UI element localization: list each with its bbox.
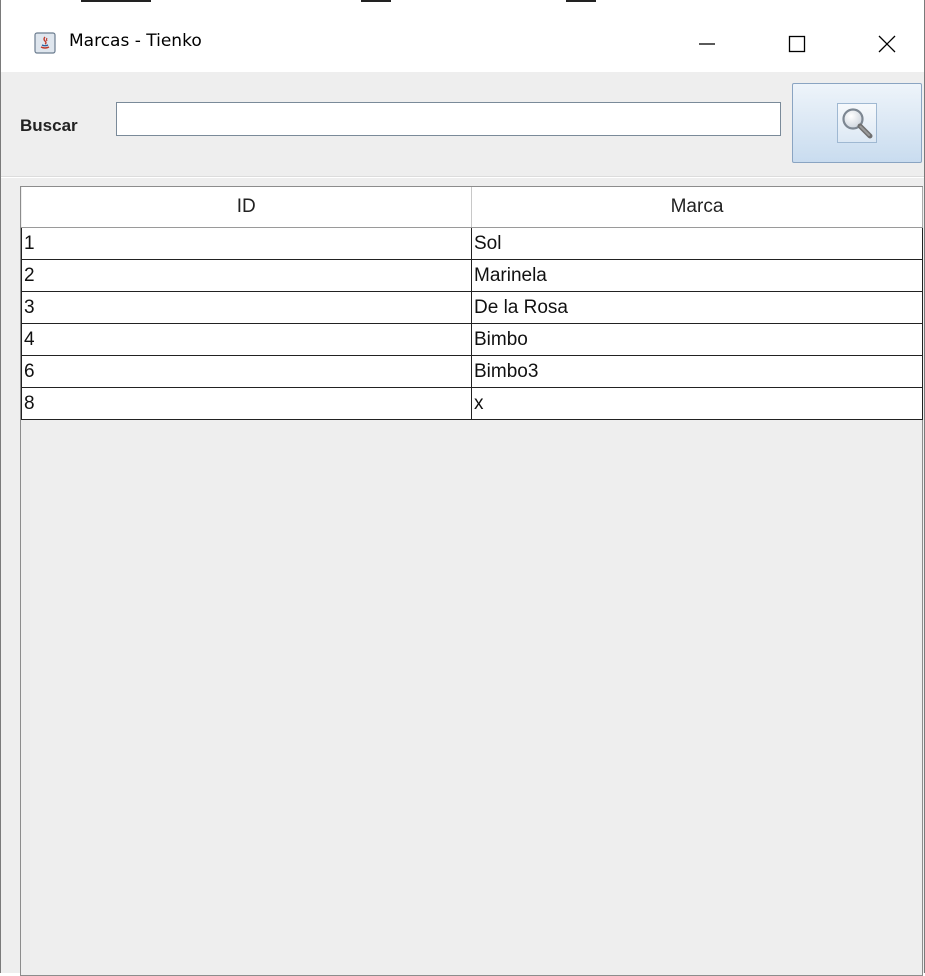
cell-marca[interactable]: De la Rosa [471, 291, 923, 324]
search-label: Buscar [20, 116, 78, 135]
maximize-icon [788, 35, 806, 53]
table-row[interactable]: 1 Sol [21, 227, 923, 260]
cell-id[interactable]: 1 [21, 227, 472, 260]
table-header-row: ID Marca [21, 187, 923, 228]
search-input[interactable] [116, 102, 781, 136]
window-title: Marcas - Tienko [69, 31, 202, 51]
cell-id[interactable]: 2 [21, 259, 472, 292]
cell-marca[interactable]: Bimbo [471, 323, 923, 356]
search-toolbar: Buscar [1, 72, 924, 176]
app-window: Marcas - Tienko Buscar ID Marca 1 Sol 2 … [0, 0, 925, 976]
close-button[interactable] [851, 16, 923, 72]
cell-id[interactable]: 4 [21, 323, 472, 356]
title-bar[interactable]: Marcas - Tienko [1, 8, 924, 72]
table-row[interactable]: 8 x [21, 387, 923, 420]
cell-marca[interactable]: Bimbo3 [471, 355, 923, 388]
close-icon [878, 35, 896, 53]
cell-id[interactable]: 6 [21, 355, 472, 388]
column-header-id[interactable]: ID [21, 187, 472, 228]
table-row[interactable]: 2 Marinela [21, 259, 923, 292]
cell-marca[interactable]: Sol [471, 227, 923, 260]
table-row[interactable]: 4 Bimbo [21, 323, 923, 356]
maximize-button[interactable] [761, 16, 833, 72]
brands-table: ID Marca 1 Sol 2 Marinela 3 De la Rosa 4… [21, 187, 923, 420]
toolbar-separator [1, 176, 924, 178]
table-row[interactable]: 3 De la Rosa [21, 291, 923, 324]
brands-table-scrollpane[interactable]: ID Marca 1 Sol 2 Marinela 3 De la Rosa 4… [20, 186, 923, 976]
magnifier-icon [842, 108, 873, 139]
search-button-inner [837, 103, 877, 143]
window-top-edge [1, 0, 924, 8]
minimize-icon [699, 43, 715, 45]
cell-marca[interactable]: x [471, 387, 923, 420]
search-button[interactable] [792, 83, 922, 163]
java-app-icon [34, 32, 56, 54]
cell-id[interactable]: 3 [21, 291, 472, 324]
cell-id[interactable]: 8 [21, 387, 472, 420]
column-header-marca[interactable]: Marca [471, 187, 923, 228]
minimize-button[interactable] [671, 16, 743, 72]
table-row[interactable]: 6 Bimbo3 [21, 355, 923, 388]
cell-marca[interactable]: Marinela [471, 259, 923, 292]
